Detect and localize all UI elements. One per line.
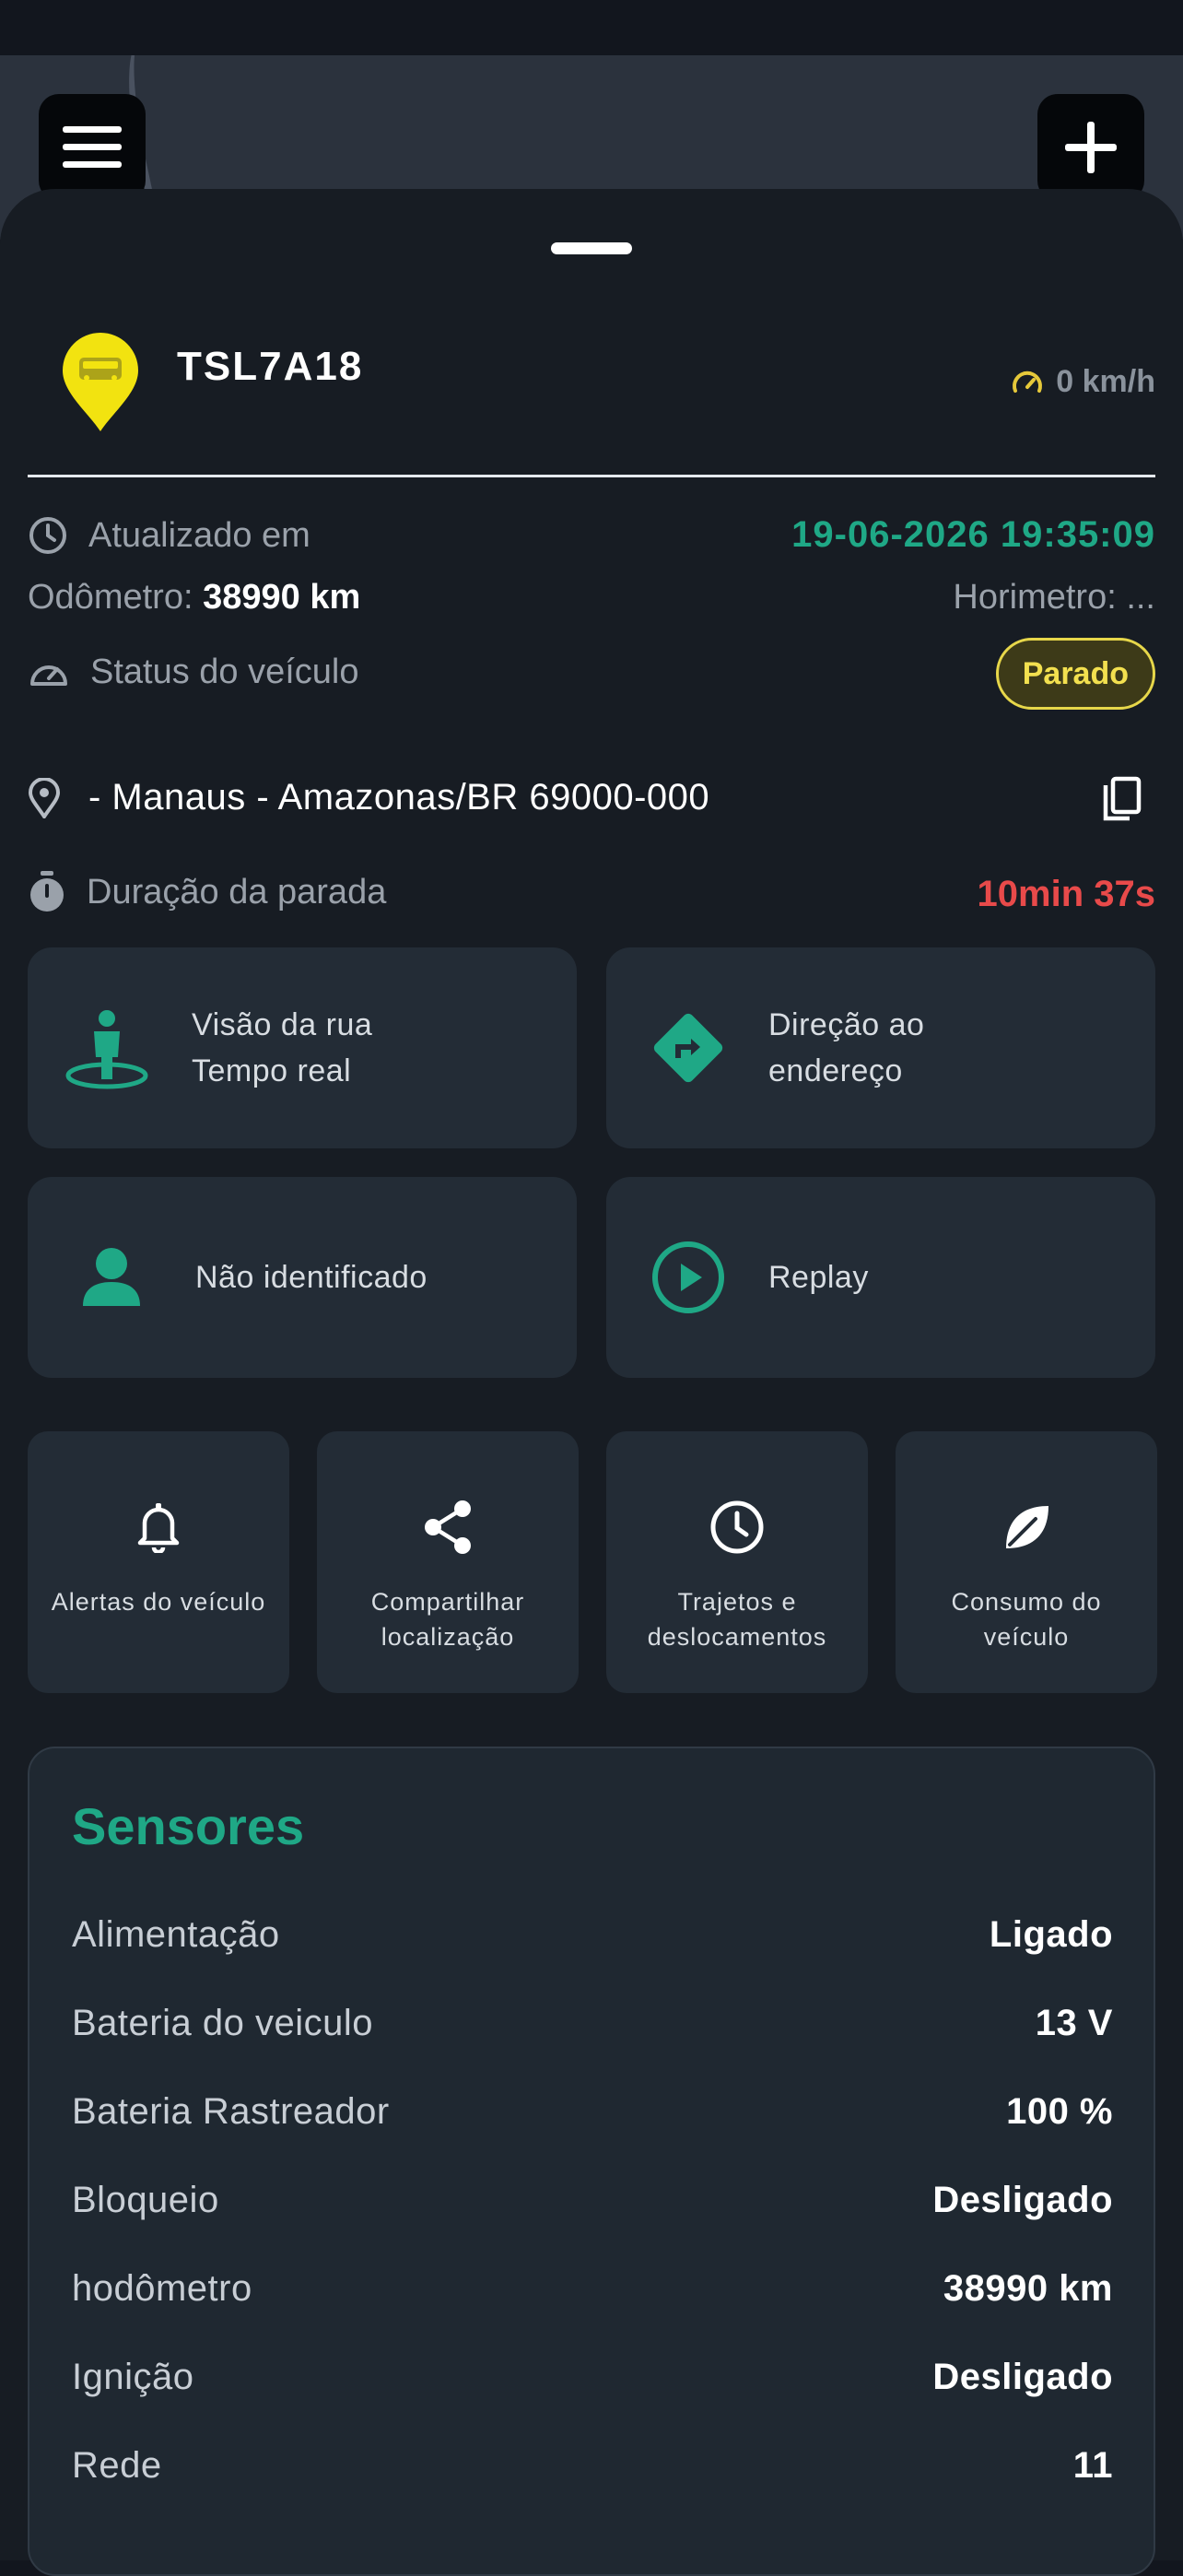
sensor-label: Bloqueio [72, 2180, 219, 2220]
street-view-icon [65, 1010, 148, 1089]
status-label: Status do veículo [90, 653, 359, 691]
tile-share-location[interactable]: Compartilhar localização [317, 1431, 579, 1693]
sensor-row: Bloqueio Desligado [72, 2180, 1113, 2221]
speedometer-icon [1013, 371, 1043, 393]
sensor-value: 11 [1072, 2445, 1113, 2486]
street-view-line1: Visão da rua [192, 1007, 373, 1042]
hourmeter-label: Horimetro: ... [953, 578, 1155, 617]
driver-label: Não identificado [195, 1260, 428, 1295]
directions-line2: endereço [768, 1053, 903, 1088]
menu-button[interactable] [39, 94, 146, 201]
person-icon [83, 1248, 140, 1306]
location-pin-icon [28, 777, 61, 818]
sensor-label: Bateria do veiculo [72, 2003, 373, 2043]
sheet-drag-handle[interactable] [551, 242, 632, 254]
address-text: - Manaus - Amazonas/BR 69000-000 [88, 777, 710, 817]
sensors-panel: Sensores Alimentação Ligado Bateria do vei… [28, 1747, 1155, 2576]
sensor-row: Bateria Rastreador 100 % [72, 2091, 1113, 2133]
status-bar [0, 0, 1183, 55]
sensor-label: Alimentação [72, 1914, 280, 1955]
sensor-value: Desligado [932, 2357, 1113, 2397]
vehicle-plate: TSL7A18 [177, 344, 364, 389]
sensors-title: Sensores [72, 1797, 305, 1855]
duration-value: 10min 37s [977, 874, 1155, 914]
clock-icon [710, 1500, 764, 1554]
updated-timestamp: 19-06-2026 19:35:09 [791, 514, 1155, 555]
directions-icon [653, 1013, 723, 1083]
tile-label: Alertas do veículo [51, 1588, 266, 1616]
driver-card[interactable]: Não identificado [28, 1177, 577, 1378]
tile-label: Trajetos e deslocamentos [647, 1588, 827, 1651]
header-divider [28, 475, 1155, 477]
speed-value: 0 km/h [1056, 364, 1155, 399]
street-view-line2: Tempo real [192, 1053, 352, 1088]
replay-card[interactable]: Replay [606, 1177, 1155, 1378]
odometer-value: 38990 km [203, 578, 361, 617]
stopwatch-icon [30, 871, 64, 912]
sensor-label: hodômetro [72, 2268, 252, 2309]
copy-icon [1103, 776, 1142, 821]
sensor-row: Bateria do veiculo 13 V [72, 2003, 1113, 2044]
tile-vehicle-alerts[interactable]: Alertas do veículo [28, 1431, 289, 1693]
tile-label: Consumo do veículo [951, 1588, 1102, 1651]
vehicle-marker-icon [61, 332, 140, 438]
sensor-value: 38990 km [943, 2268, 1113, 2309]
address-row: - Manaus - Amazonas/BR 69000-000 [28, 777, 709, 818]
odometer-label: Odômetro: [28, 578, 193, 617]
duration-label: Duração da parada [87, 872, 387, 912]
menu-icon [63, 126, 122, 168]
speedometer-icon [30, 665, 67, 686]
bell-icon [137, 1503, 180, 1553]
sensor-label: Bateria Rastreador [72, 2091, 390, 2132]
clock-icon [29, 517, 66, 554]
updated-label: Atualizado em [88, 515, 310, 555]
sensor-row: Ignição Desligado [72, 2357, 1113, 2398]
sensor-row: Rede 11 [72, 2445, 1113, 2487]
share-icon [425, 1500, 471, 1554]
play-circle-icon [652, 1241, 724, 1313]
sensor-row: Alimentação Ligado [72, 1914, 1113, 1956]
replay-label: Replay [768, 1260, 869, 1295]
copy-address-button[interactable] [1100, 776, 1142, 829]
sensor-value: Ligado [989, 1914, 1113, 1955]
directions-line1: Direção ao [768, 1007, 925, 1042]
add-button[interactable] [1037, 94, 1144, 201]
street-view-card[interactable]: Visão da rua Tempo real [28, 947, 577, 1148]
status-badge: Parado [995, 638, 1155, 710]
sensor-value: 13 V [1035, 2003, 1113, 2043]
vehicle-detail-sheet: TSL7A18 0 km/h Atualizado em 19-06-2026 … [0, 189, 1183, 2576]
duration-row: Duração da parada [28, 871, 386, 913]
tile-trips[interactable]: Trajetos e deslocamentos [606, 1431, 868, 1693]
odometer-row: Odômetro: 38990 km [28, 578, 360, 618]
status-row: Status do veículo [28, 653, 359, 692]
sensor-row: hodômetro 38990 km [72, 2268, 1113, 2310]
tile-label: Compartilhar localização [370, 1588, 525, 1651]
updated-row: Atualizado em [28, 515, 310, 556]
leaf-icon [1006, 1506, 1048, 1548]
tile-consumption[interactable]: Consumo do veículo [896, 1431, 1157, 1693]
sensor-label: Rede [72, 2445, 162, 2486]
sensor-value: 100 % [1006, 2091, 1113, 2132]
sensor-label: Ignição [72, 2357, 194, 2397]
sensor-value: Desligado [932, 2180, 1113, 2220]
directions-card[interactable]: Direção ao endereço [606, 947, 1155, 1148]
plus-icon [1065, 122, 1117, 173]
speed-indicator: 0 km/h [1012, 364, 1155, 400]
